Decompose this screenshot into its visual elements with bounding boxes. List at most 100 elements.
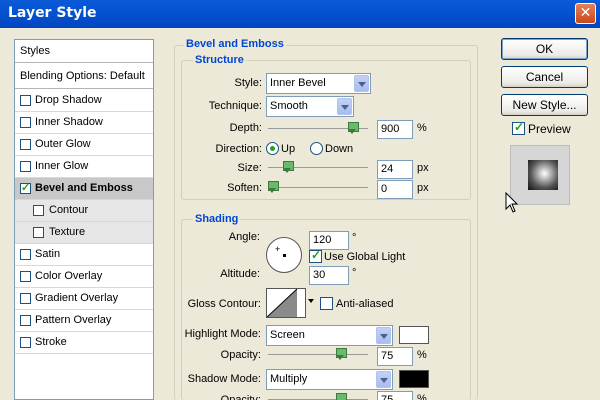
style-item-texture[interactable]: Texture [15,222,153,244]
styles-list: Styles Blending Options: Default Drop Sh… [14,39,154,400]
soften-label: Soften: [227,182,262,194]
bevel-emboss-title: Bevel and Emboss [184,38,286,50]
highlight-color-swatch[interactable] [399,326,429,344]
highlight-opacity-slider[interactable] [268,348,368,360]
blending-options-item[interactable]: Blending Options: Default [15,65,153,89]
inner-glow-label: Inner Glow [35,160,89,172]
satin-checkbox[interactable] [20,249,31,260]
style-item-satin[interactable]: Satin [15,244,153,266]
gradient-overlay-checkbox[interactable] [20,293,31,304]
styles-header-label: Styles [20,45,50,57]
angle-dial[interactable]: + [266,237,302,273]
style-item-stroke[interactable]: Stroke [15,332,153,354]
style-select[interactable]: Inner Bevel [266,73,371,94]
blending-options-label: Blending Options: Default [20,70,145,82]
contour-dropdown-icon[interactable] [308,299,314,303]
texture-label: Texture [49,226,86,238]
color-overlay-checkbox[interactable] [20,271,31,282]
new-style-button[interactable]: New Style... [501,94,588,116]
direction-down-label: Down [325,143,354,155]
anti-aliased-checkbox[interactable] [320,297,333,310]
highlight-mode-select[interactable]: Screen [266,325,393,346]
highlight-opacity-thumb[interactable] [336,348,347,360]
bevel-and-emboss-checkbox[interactable] [20,181,31,194]
chevron-down-icon[interactable] [376,371,391,388]
style-item-color-overlay[interactable]: Color Overlay [15,266,153,288]
depth-label: Depth: [229,122,262,134]
style-item-pattern-overlay[interactable]: Pattern Overlay [15,310,153,332]
soften-input[interactable]: 0 [377,180,413,199]
style-item-outer-glow[interactable]: Outer Glow [15,134,153,156]
inner-shadow-label: Inner Shadow [35,116,103,128]
shading-title: Shading [193,213,241,225]
direction-down-radio[interactable] [310,142,323,155]
use-global-light-checkbox[interactable] [309,248,322,263]
outer-glow-checkbox[interactable] [20,139,31,150]
size-label: Size: [237,162,262,174]
color-overlay-label: Color Overlay [35,270,103,282]
inner-shadow-checkbox[interactable] [20,117,31,128]
style-item-drop-shadow[interactable]: Drop Shadow [15,90,153,112]
contour-label: Contour [49,204,89,216]
technique-label: Technique: [208,100,262,112]
shadow-opacity-slider[interactable] [268,393,368,400]
texture-checkbox[interactable] [33,227,44,238]
pattern-overlay-checkbox[interactable] [20,315,31,326]
highlight-opacity-input[interactable]: 75 [377,347,413,366]
shadow-color-swatch[interactable] [399,370,429,388]
structure-title: Structure [193,54,246,66]
size-input[interactable]: 24 [377,160,413,179]
altitude-label: Altitude: [220,268,260,280]
style-item-gradient-overlay[interactable]: Gradient Overlay [15,288,153,310]
cancel-button[interactable]: Cancel [501,66,588,88]
angle-unit: ° [352,232,357,244]
title-bar: Layer Style ✕ [0,0,600,28]
inner-glow-checkbox[interactable] [20,161,31,172]
depth-slider-thumb[interactable] [348,122,359,134]
style-item-inner-shadow[interactable]: Inner Shadow [15,112,153,134]
stroke-checkbox[interactable] [20,337,31,348]
highlight-opacity-label: Opacity: [220,349,261,361]
size-unit: px [417,162,429,174]
angle-dot [283,254,286,257]
pattern-overlay-label: Pattern Overlay [35,314,112,326]
style-item-inner-glow[interactable]: Inner Glow [15,156,153,178]
chevron-down-icon[interactable] [337,98,352,115]
shadow-mode-select[interactable]: Multiply [266,369,393,390]
preview-checkbox[interactable] [512,120,525,135]
gloss-contour-picker[interactable] [266,288,306,318]
shadow-opacity-input[interactable]: 75 [377,391,413,400]
chevron-down-icon[interactable] [354,75,369,92]
chevron-down-icon[interactable] [376,327,391,344]
preview-label: Preview [528,122,571,136]
use-global-light-label: Use Global Light [324,251,406,263]
close-icon[interactable]: ✕ [575,3,596,24]
shadow-opacity-thumb[interactable] [336,393,347,400]
technique-select[interactable]: Smooth [266,96,354,117]
direction-up-radio[interactable] [266,142,279,155]
shadow-mode-value: Multiply [270,373,308,385]
style-item-contour[interactable]: Contour [15,200,153,222]
depth-slider[interactable] [268,122,368,134]
crosshair-icon: + [275,244,281,254]
soften-slider[interactable] [268,181,368,193]
gloss-contour-label: Gloss Contour: [187,298,261,310]
contour-checkbox[interactable] [33,205,44,216]
angle-label: Angle: [228,231,260,243]
technique-select-value: Smooth [270,100,308,112]
drop-shadow-checkbox[interactable] [20,95,31,106]
altitude-input[interactable]: 30 [309,266,349,285]
style-item-bevel-and-emboss[interactable]: Bevel and Emboss [15,178,153,200]
depth-input[interactable]: 900 [377,120,413,139]
highlight-opacity-unit: % [417,349,427,361]
size-slider-thumb[interactable] [283,161,294,173]
ok-button[interactable]: OK [501,38,588,60]
highlight-mode-value: Screen [270,329,305,341]
soften-slider-thumb[interactable] [268,181,279,193]
size-slider[interactable] [268,161,368,173]
window-title: Layer Style [8,5,97,21]
mouse-cursor-icon [505,192,519,213]
shadow-opacity-label: Opacity: [220,394,261,400]
styles-header[interactable]: Styles [15,40,153,63]
satin-label: Satin [35,248,61,260]
